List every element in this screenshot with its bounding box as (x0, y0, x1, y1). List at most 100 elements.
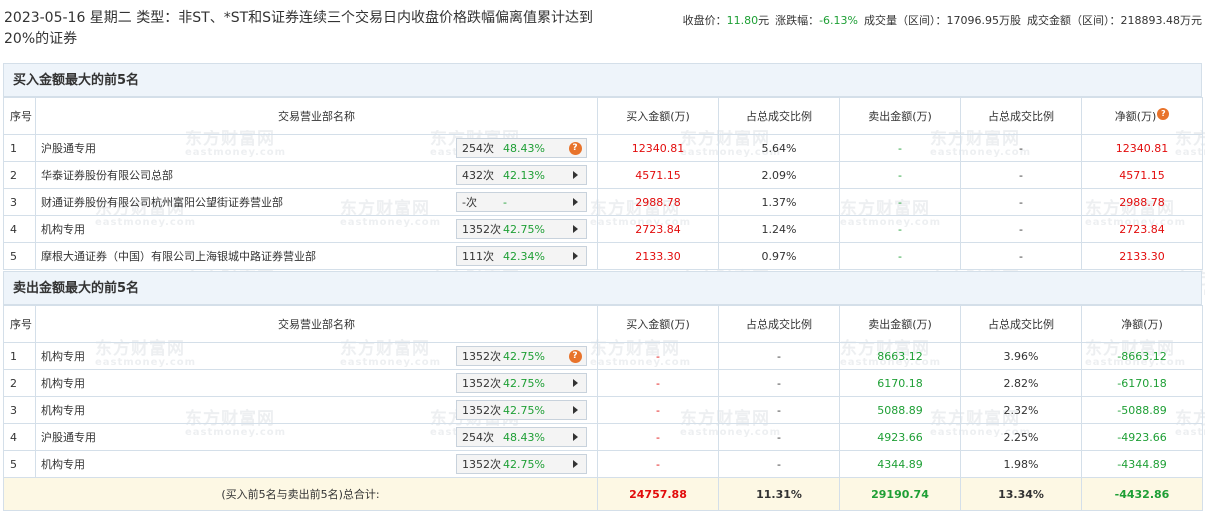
buy-amount: - (597, 342, 719, 370)
arrow-right-icon[interactable] (572, 406, 578, 414)
branch-stat-box[interactable]: 111次 42.34% (456, 246, 587, 266)
row-seq: 4 (3, 215, 36, 243)
net-amount: -4923.66 (1081, 423, 1203, 451)
list-pct: 48.43% (503, 141, 545, 155)
sell-amount: - (839, 188, 961, 216)
branch-stat-box[interactable]: 1352次 42.75% (456, 400, 587, 420)
buy-ratio: - (718, 342, 840, 370)
list-pct: 42.75% (503, 222, 545, 236)
buy-section: 买入金额最大的前5名 序号 交易营业部名称 买入金额(万) 占总成交比例 卖出金… (3, 63, 1203, 270)
sell-amount: - (839, 134, 961, 162)
table-row: 5 机构专用 1352次 42.75% - -4344.89 1.98% -4344.89 (3, 450, 1203, 478)
branch-stat-box[interactable]: 1352次 42.75% (456, 373, 587, 393)
arrow-right-icon[interactable] (572, 460, 578, 468)
close-price-value: 11.80 (726, 14, 759, 27)
net-amount: -6170.18 (1081, 369, 1203, 397)
list-times: 1352次 (462, 458, 501, 471)
branch-name-link[interactable]: 财通证券股份有限公司杭州富阳公望街证券营业部 (41, 194, 283, 210)
buy-ratio: - (718, 396, 840, 424)
buy-ratio: - (718, 369, 840, 397)
branch-stat-box[interactable]: 432次 42.13% (456, 165, 587, 185)
list-times: -次 (462, 196, 477, 209)
col-buy-amount: 买入金额(万) (597, 305, 719, 343)
table-row: 2 机构专用 1352次 42.75% - -6170.18 2.82% -6170.18 (3, 369, 1203, 397)
col-sell-amount: 卖出金额(万) (839, 305, 961, 343)
col-branch-name: 交易营业部名称 (35, 97, 598, 135)
list-times: 111次 (462, 250, 494, 263)
col-buy-ratio: 占总成交比例 (718, 305, 840, 343)
col-buy-ratio: 占总成交比例 (718, 97, 840, 135)
branch-name-link[interactable]: 机构专用 (41, 456, 85, 472)
branch-name-link[interactable]: 摩根大通证券（中国）有限公司上海银城中路证券营业部 (41, 248, 316, 264)
col-seq: 序号 (3, 97, 36, 135)
sell-ratio: 2.82% (960, 369, 1082, 397)
net-amount: 2133.30 (1081, 242, 1203, 270)
row-seq: 2 (3, 161, 36, 189)
buy-table: 序号 交易营业部名称 买入金额(万) 占总成交比例 卖出金额(万) 占总成交比例… (3, 97, 1203, 270)
row-seq: 3 (3, 396, 36, 424)
arrow-right-icon[interactable] (572, 198, 578, 206)
page-title: 2023-05-16 星期二 类型：非ST、*ST和S证券连续三个交易日内收盘价… (4, 10, 594, 47)
sell-amount: 8663.12 (839, 342, 961, 370)
sell-amount: - (839, 215, 961, 243)
branch-stat-box[interactable]: 1352次 42.75% (456, 454, 587, 474)
change-label: 涨跌幅： (775, 14, 820, 27)
list-pct: 42.75% (503, 457, 545, 471)
total-buy-ratio: 11.31% (718, 477, 840, 511)
sell-section: 卖出金额最大的前5名 序号 交易营业部名称 买入金额(万) 占总成交比例 卖出金… (3, 271, 1203, 511)
arrow-right-icon[interactable] (572, 171, 578, 179)
col-sell-amount: 卖出金额(万) (839, 97, 961, 135)
list-times: 1352次 (462, 223, 501, 236)
buy-amount: 2988.78 (597, 188, 719, 216)
col-seq: 序号 (3, 305, 36, 343)
buy-amount: 2723.84 (597, 215, 719, 243)
total-sell: 29190.74 (839, 477, 961, 511)
col-buy-amount: 买入金额(万) (597, 97, 719, 135)
sell-amount: 6170.18 (839, 369, 961, 397)
arrow-right-icon[interactable] (572, 433, 578, 441)
question-icon[interactable]: ? (1157, 108, 1170, 120)
list-times: 1352次 (462, 377, 501, 390)
branch-stat-box[interactable]: 1352次 42.75% (456, 219, 587, 239)
sell-ratio: 2.32% (960, 396, 1082, 424)
buy-amount: 12340.81 (597, 134, 719, 162)
branch-name-link[interactable]: 机构专用 (41, 348, 85, 364)
net-amount: 4571.15 (1081, 161, 1203, 189)
table-row: 5 摩根大通证券（中国）有限公司上海银城中路证券营业部 111次 42.34% 2133… (3, 242, 1203, 270)
branch-stat-box[interactable]: 254次 48.43%? (456, 138, 587, 158)
arrow-right-icon[interactable] (572, 252, 578, 260)
branch-stat-box[interactable]: 254次 48.43% (456, 427, 587, 447)
buy-section-title: 买入金额最大的前5名 (3, 63, 1202, 97)
total-net: -4432.86 (1081, 477, 1203, 511)
arrow-right-icon[interactable] (572, 379, 578, 387)
list-times: 254次 (462, 142, 494, 155)
branch-name-link[interactable]: 华泰证券股份有限公司总部 (41, 167, 173, 183)
sell-ratio: - (960, 161, 1082, 189)
sell-ratio: 1.98% (960, 450, 1082, 478)
volume-label: 成交量（区间）： (864, 14, 947, 27)
branch-name-link[interactable]: 机构专用 (41, 221, 85, 237)
table-row: 3 机构专用 1352次 42.75% - -5088.89 2.32% -5088.89 (3, 396, 1203, 424)
close-price-label: 收盘价： (682, 14, 727, 27)
total-sell-ratio: 13.34% (960, 477, 1082, 511)
row-seq: 1 (3, 134, 36, 162)
branch-name-link[interactable]: 沪股通专用 (41, 429, 96, 445)
arrow-right-icon[interactable] (572, 225, 578, 233)
buy-ratio: 5.64% (718, 134, 840, 162)
branch-stat-box[interactable]: -次 - (456, 192, 587, 212)
sell-amount: 4923.66 (839, 423, 961, 451)
sell-table: 序号 交易营业部名称 买入金额(万) 占总成交比例 卖出金额(万) 占总成交比例… (3, 305, 1203, 511)
sell-ratio: - (960, 188, 1082, 216)
table-row: 2 华泰证券股份有限公司总部 432次 42.13% 4571.15 2.09% - -457… (3, 161, 1203, 189)
buy-ratio: 1.24% (718, 215, 840, 243)
branch-name-link[interactable]: 机构专用 (41, 402, 85, 418)
row-seq: 1 (3, 342, 36, 370)
col-sell-ratio: 占总成交比例 (960, 97, 1082, 135)
question-icon[interactable]: ? (568, 349, 582, 363)
question-icon[interactable]: ? (568, 141, 582, 155)
branch-stat-box[interactable]: 1352次 42.75%? (456, 346, 587, 366)
branch-name-link[interactable]: 机构专用 (41, 375, 85, 391)
net-amount: -4344.89 (1081, 450, 1203, 478)
sell-table-header: 序号 交易营业部名称 买入金额(万) 占总成交比例 卖出金额(万) 占总成交比例… (3, 305, 1203, 343)
branch-name-link[interactable]: 沪股通专用 (41, 140, 96, 156)
